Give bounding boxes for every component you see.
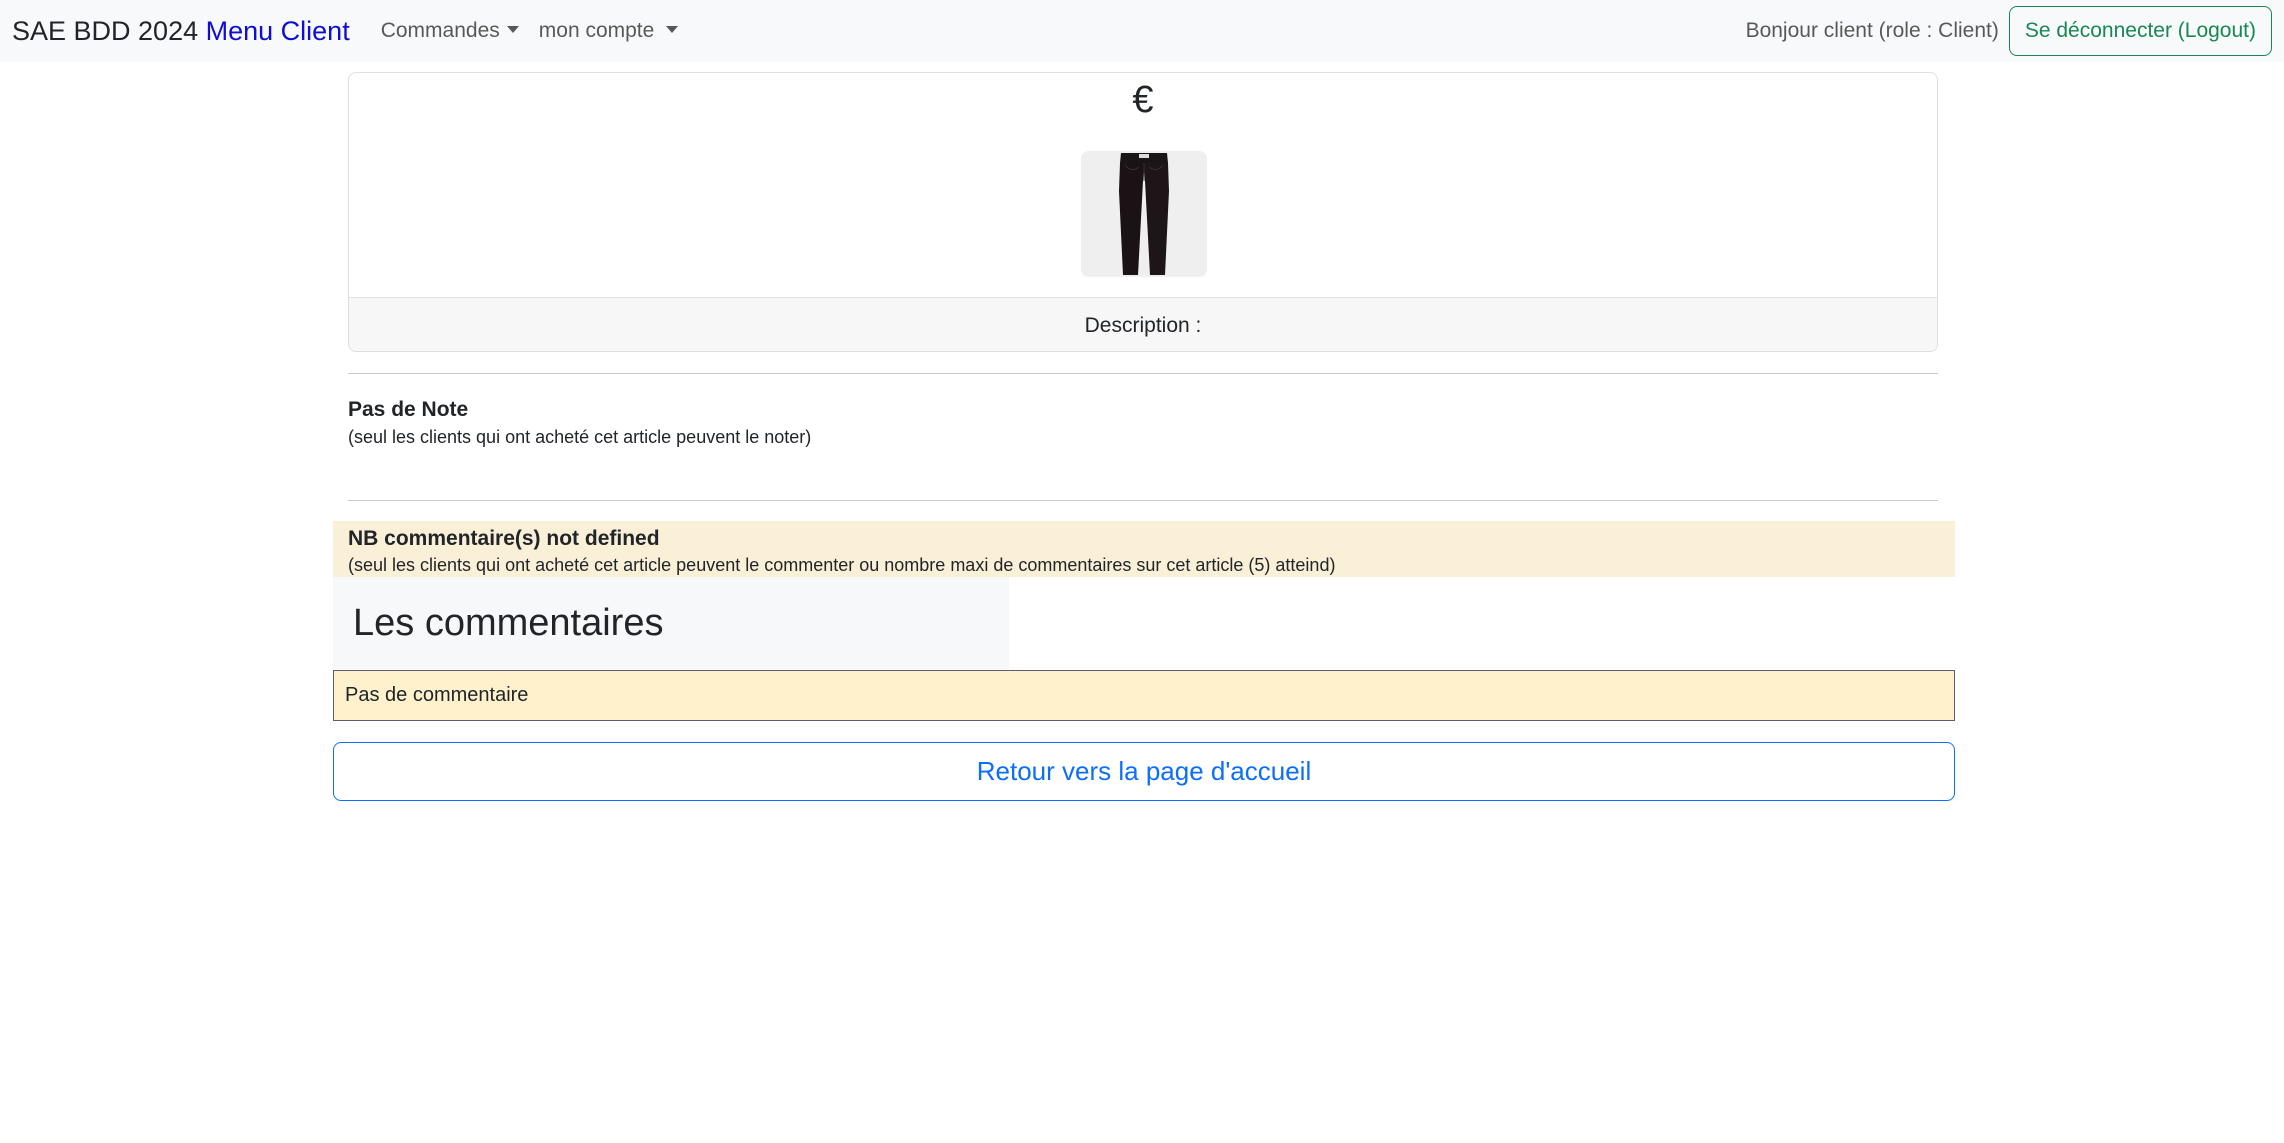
mon-compte-dropdown[interactable]: mon compte bbox=[539, 19, 679, 43]
commandes-label: Commandes bbox=[380, 19, 500, 42]
article-card: € Description : bbox=[348, 72, 1938, 352]
comment-alert-title: NB commentaire(s) not defined bbox=[348, 527, 660, 550]
caret-down-icon bbox=[506, 25, 519, 33]
divider bbox=[348, 500, 1938, 501]
no-comment-row: Pas de commentaire bbox=[333, 670, 1955, 721]
brand-title: SAE BDD 2024 bbox=[12, 15, 199, 46]
divider bbox=[348, 373, 1938, 374]
note-title: Pas de Note bbox=[348, 398, 469, 421]
commandes-dropdown[interactable]: Commandes bbox=[381, 19, 519, 43]
menu-client-link[interactable]: Menu Client bbox=[206, 16, 350, 46]
article-card-footer: Description : bbox=[349, 297, 1937, 351]
user-greeting: Bonjour client (role : Client) bbox=[1745, 19, 1999, 42]
description-label: Description : bbox=[1084, 313, 1202, 337]
brand: SAE BDD 2024 Menu Client bbox=[12, 16, 350, 47]
note-subtitle: (seul les clients qui ont acheté cet art… bbox=[348, 427, 812, 447]
no-comment-text: Pas de commentaire bbox=[345, 684, 529, 706]
comments-heading: Les commentaires bbox=[353, 601, 664, 644]
article-card-body: € bbox=[349, 73, 1937, 297]
logout-button[interactable]: Se déconnecter (Logout) bbox=[2008, 6, 2272, 56]
mon-compte-label: mon compte bbox=[538, 19, 655, 42]
pants-icon bbox=[1081, 151, 1207, 277]
comment-alert-subtitle: (seul les clients qui ont acheté cet art… bbox=[348, 555, 1336, 575]
article-price: € bbox=[1132, 79, 1154, 121]
caret-down-icon bbox=[666, 25, 679, 33]
top-navbar: SAE BDD 2024 Menu Client Commandes mon c… bbox=[0, 0, 2284, 62]
product-image bbox=[1081, 151, 1207, 277]
comment-alert: NB commentaire(s) not defined (seul les … bbox=[333, 521, 1955, 577]
back-home-button[interactable]: Retour vers la page d'accueil bbox=[333, 742, 1955, 801]
comments-header: Les commentaires bbox=[333, 577, 1009, 669]
navbar-right: Bonjour client (role : Client) Se déconn… bbox=[1746, 6, 2272, 56]
